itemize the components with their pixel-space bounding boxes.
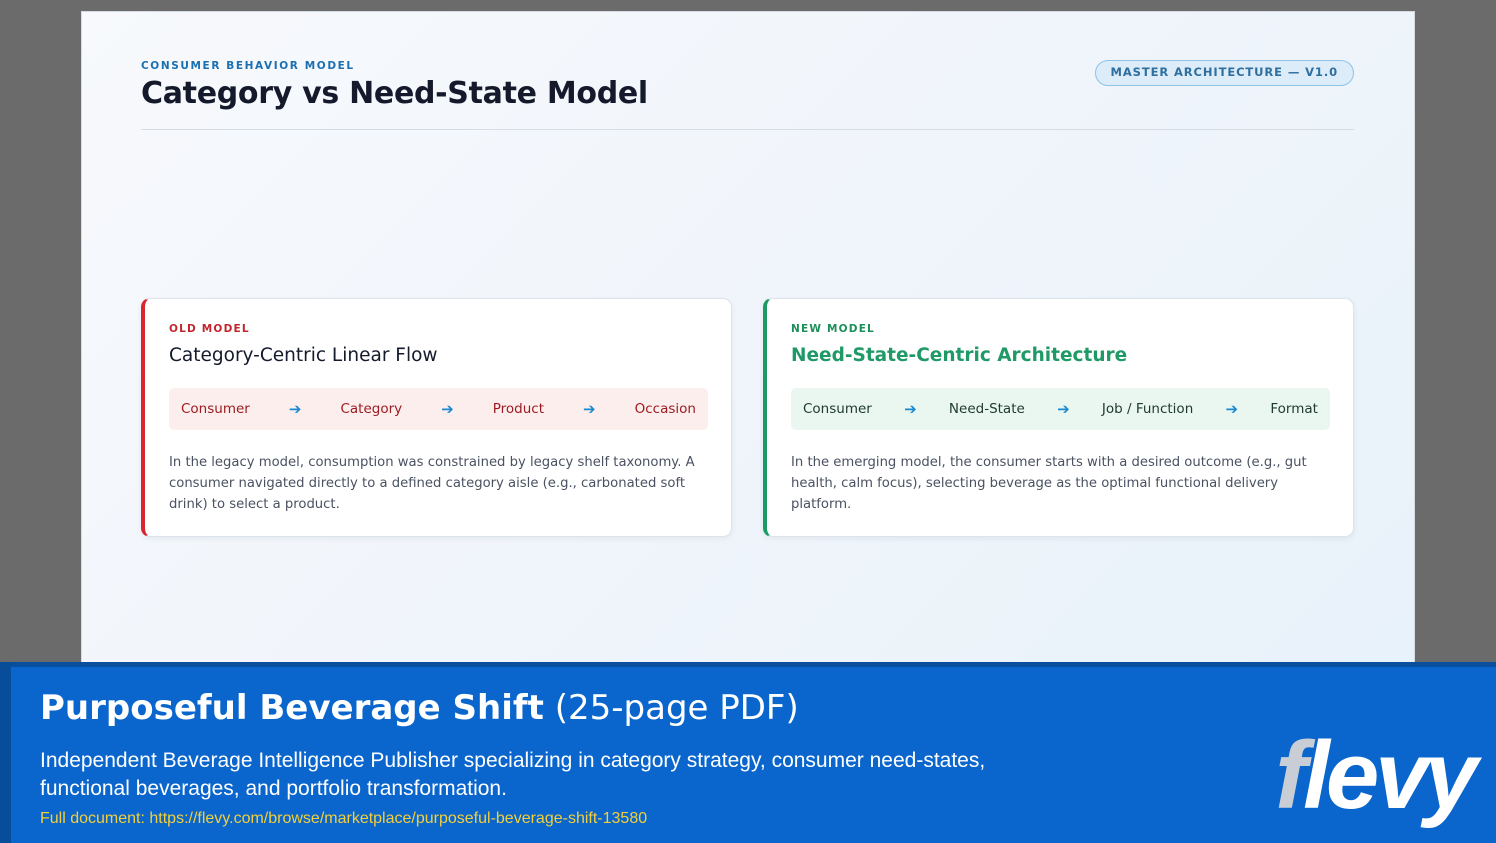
logo-letters: levy [1303,722,1478,829]
old-model-description: In the legacy model, consumption was con… [169,455,695,512]
arrow-right-icon: ➔ [904,400,917,418]
flow-step: Job / Function [1101,401,1194,417]
flow-step: Consumer [803,401,872,417]
new-model-flow: Consumer ➔ Need-State ➔ Job / Function ➔… [791,388,1330,430]
old-model-title: Category-Centric Linear Flow [169,345,438,366]
old-model-flow: Consumer ➔ Category ➔ Product ➔ Occasion [169,388,708,430]
slide-title: Category vs Need-State Model [141,76,648,111]
version-badge: MASTER ARCHITECTURE — V1.0 [1094,60,1354,86]
new-model-description: In the emerging model, the consumer star… [791,455,1307,512]
new-model-card: NEW MODEL Need-State-Centric Architectur… [763,298,1354,537]
arrow-right-icon: ➔ [583,400,596,418]
flow-step: Category [340,401,403,417]
publisher-description: Independent Beverage Intelligence Publis… [40,749,986,800]
arrow-right-icon: ➔ [1057,400,1070,418]
new-model-title: Need-State-Centric Architecture [791,345,1128,366]
flow-step: Consumer [181,401,250,417]
document-title-main: Purposeful Beverage Shift [40,688,544,728]
old-model-kicker: OLD MODEL [169,323,250,335]
slide-eyebrow: CONSUMER BEHAVIOR MODEL [141,60,355,72]
logo-letter-f: f [1275,722,1307,829]
flow-step: Occasion [634,401,696,417]
flow-step: Product [492,401,544,417]
flow-step: Format [1270,401,1318,417]
title-divider [141,129,1354,130]
arrow-right-icon: ➔ [288,400,302,418]
document-page-count: (25-page PDF) [543,688,799,728]
slide-canvas: CONSUMER BEHAVIOR MODEL Category vs Need… [81,11,1415,671]
old-model-card: OLD MODEL Category-Centric Linear Flow C… [141,298,732,537]
document-link[interactable]: Full document: https://flevy.com/browse/… [40,810,647,828]
flow-step: Need-State [948,401,1025,417]
banner-edge-stripe [0,662,11,843]
arrow-right-icon: ➔ [441,400,454,418]
document-title: Purposeful Beverage Shift (25-page PDF) [40,688,799,728]
arrow-right-icon: ➔ [1225,400,1239,418]
flevy-logo[interactable]: flevy [1275,726,1478,826]
new-model-kicker: NEW MODEL [791,323,875,335]
